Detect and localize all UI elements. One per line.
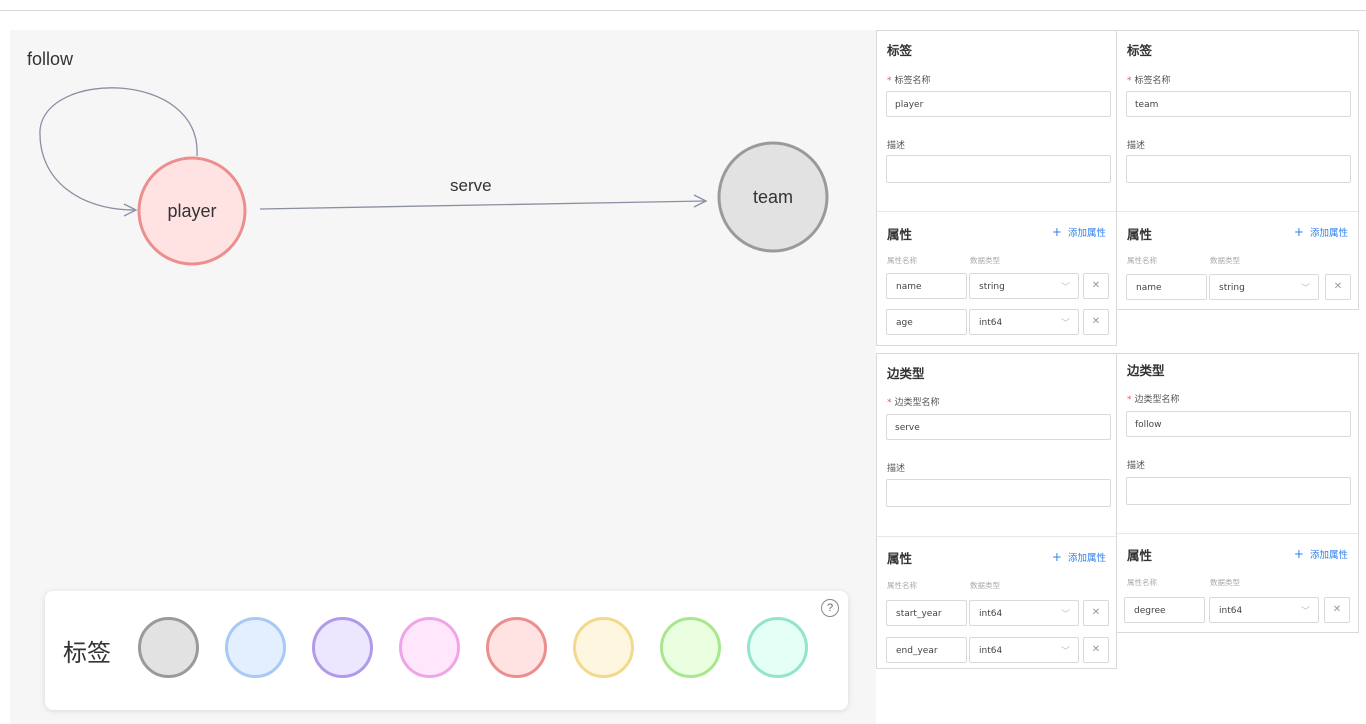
property-name-input[interactable]: start_year: [886, 600, 967, 626]
plus-icon: +: [1293, 225, 1304, 239]
remove-property-button[interactable]: ✕: [1324, 597, 1350, 623]
section-divider: [877, 536, 1116, 537]
properties-title: 属性: [887, 551, 913, 566]
tag-name-input[interactable]: team: [1126, 91, 1351, 117]
property-type-select[interactable]: int64 ﹀: [969, 637, 1079, 663]
node-team[interactable]: team: [717, 141, 829, 253]
description-input[interactable]: [1126, 155, 1351, 183]
edge-name-input[interactable]: follow: [1126, 411, 1351, 437]
property-name-input[interactable]: name: [886, 273, 967, 299]
tag-color-palette: 标签 ?: [45, 591, 848, 710]
chevron-down-icon: ﹀: [1300, 607, 1310, 617]
col-header-type: 数据类型: [1210, 578, 1240, 587]
edge-panel-follow: 边类型 * 边类型名称 follow 描述 属性 + 添加属性 属性名称 数据类型 …: [1116, 353, 1359, 633]
close-icon: ✕: [1091, 316, 1101, 327]
color-swatch-red[interactable]: [486, 617, 547, 678]
add-property-button[interactable]: + 添加属性: [1052, 550, 1106, 564]
edge-serve-label: serve: [450, 176, 492, 195]
description-input[interactable]: [1126, 477, 1351, 505]
property-name-input[interactable]: end_year: [886, 637, 967, 663]
description-label: 描述: [887, 464, 906, 474]
edge-serve[interactable]: serve: [259, 176, 708, 210]
property-name-input[interactable]: age: [886, 309, 967, 335]
property-name-input[interactable]: degree: [1124, 597, 1205, 623]
color-swatch-green[interactable]: [660, 617, 721, 678]
col-header-name: 属性名称: [1127, 578, 1157, 587]
edge-serve-path: [259, 200, 707, 210]
property-type-select[interactable]: int64 ﹀: [969, 600, 1079, 626]
property-type-select[interactable]: int64 ﹀: [969, 309, 1079, 335]
plus-icon: +: [1293, 547, 1304, 561]
tag-panel-player: 标签 * 标签名称 player 描述 属性 + 添加属性 属性名称 数据类型 na…: [876, 30, 1117, 346]
chevron-down-icon: ﹀: [1060, 283, 1070, 293]
close-icon: ✕: [1091, 280, 1101, 291]
edge-follow-label: follow: [27, 49, 74, 69]
tag-name-label: * 标签名称: [1127, 76, 1171, 86]
remove-property-button[interactable]: ✕: [1083, 600, 1109, 626]
chevron-down-icon: ﹀: [1060, 319, 1070, 329]
edge-panel-serve: 边类型 * 边类型名称 serve 描述 属性 + 添加属性 属性名称 数据类型 s…: [876, 353, 1117, 669]
col-header-type: 数据类型: [1210, 256, 1240, 265]
color-swatch-purple[interactable]: [312, 617, 373, 678]
panel-title: 标签: [1127, 43, 1153, 58]
chevron-down-icon: ﹀: [1060, 610, 1070, 620]
remove-property-button[interactable]: ✕: [1083, 273, 1109, 299]
description-label: 描述: [1127, 141, 1146, 151]
add-property-button[interactable]: + 添加属性: [1294, 547, 1348, 561]
property-type-select[interactable]: string ﹀: [969, 273, 1079, 299]
tag-name-input[interactable]: player: [886, 91, 1111, 117]
close-icon: ✕: [1091, 607, 1101, 618]
description-input[interactable]: [886, 155, 1111, 183]
section-divider: [877, 211, 1116, 212]
add-property-button[interactable]: + 添加属性: [1052, 225, 1106, 239]
plus-icon: +: [1051, 225, 1062, 239]
help-icon[interactable]: ?: [821, 599, 839, 617]
panel-title: 边类型: [1127, 363, 1165, 378]
add-property-button[interactable]: + 添加属性: [1294, 225, 1348, 239]
properties-title: 属性: [887, 227, 913, 242]
section-divider: [1117, 533, 1358, 534]
tag-name-label: * 标签名称: [887, 76, 931, 86]
col-header-type: 数据类型: [970, 256, 1000, 265]
close-icon: ✕: [1333, 281, 1343, 292]
properties-title: 属性: [1127, 548, 1153, 563]
property-name-input[interactable]: name: [1126, 274, 1207, 300]
plus-icon: +: [1051, 550, 1062, 564]
top-divider: [0, 10, 1366, 11]
property-type-select[interactable]: int64 ﹀: [1209, 597, 1319, 623]
close-icon: ✕: [1332, 604, 1342, 615]
description-label: 描述: [1127, 461, 1146, 471]
node-team-label: team: [753, 187, 793, 207]
tag-panel-team: 标签 * 标签名称 team 描述 属性 + 添加属性 属性名称 数据类型 name…: [1116, 30, 1359, 310]
color-swatch-yellow[interactable]: [573, 617, 634, 678]
remove-property-button[interactable]: ✕: [1083, 637, 1109, 663]
color-swatch-gray[interactable]: [138, 617, 199, 678]
color-swatch-pink[interactable]: [399, 617, 460, 678]
close-icon: ✕: [1091, 644, 1101, 655]
chevron-down-icon: ﹀: [1300, 284, 1310, 294]
property-type-select[interactable]: string ﹀: [1209, 274, 1319, 300]
node-player-label: player: [167, 201, 216, 221]
node-player[interactable]: player: [137, 156, 247, 266]
palette-title: 标签: [63, 639, 111, 667]
color-swatch-blue[interactable]: [225, 617, 286, 678]
color-swatch-teal[interactable]: [747, 617, 808, 678]
remove-property-button[interactable]: ✕: [1083, 309, 1109, 335]
col-header-type: 数据类型: [970, 581, 1000, 590]
description-label: 描述: [887, 141, 906, 151]
panel-title: 边类型: [887, 366, 925, 381]
panel-title: 标签: [887, 43, 913, 58]
edge-name-label: * 边类型名称: [1127, 395, 1180, 405]
col-header-name: 属性名称: [1127, 256, 1157, 265]
col-header-name: 属性名称: [887, 256, 917, 265]
section-divider: [1117, 211, 1358, 212]
edge-name-label: * 边类型名称: [887, 398, 940, 408]
edge-name-input[interactable]: serve: [886, 414, 1111, 440]
chevron-down-icon: ﹀: [1060, 647, 1070, 657]
description-input[interactable]: [886, 479, 1111, 507]
col-header-name: 属性名称: [887, 581, 917, 590]
properties-title: 属性: [1127, 227, 1153, 242]
remove-property-button[interactable]: ✕: [1325, 274, 1351, 300]
